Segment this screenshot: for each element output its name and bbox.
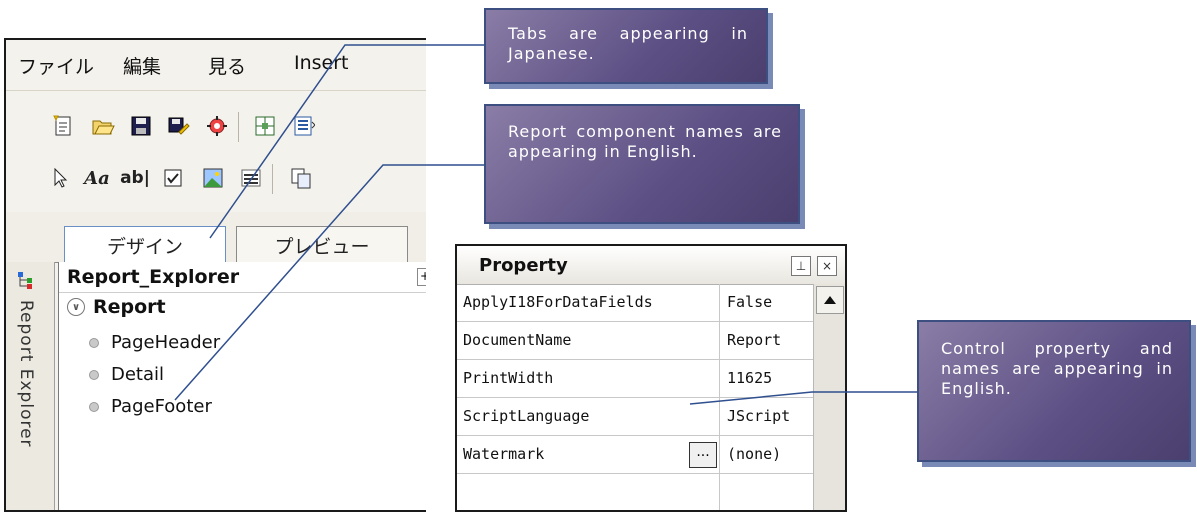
callout-tabs: Tabs are appearing in Japanese.: [484, 8, 768, 84]
callout-tabs-text: Tabs are appearing in Japanese.: [508, 24, 748, 63]
connector-tabs: [209, 44, 484, 239]
callout-properties: Control property and names are appearing…: [917, 320, 1191, 462]
callout-components: Report component names are appearing in …: [484, 104, 800, 224]
connector-properties: [689, 391, 917, 405]
callout-components-text: Report component names are appearing in …: [508, 122, 782, 161]
callout-properties-text: Control property and names are appearing…: [941, 339, 1173, 398]
connector-components: [174, 164, 484, 401]
